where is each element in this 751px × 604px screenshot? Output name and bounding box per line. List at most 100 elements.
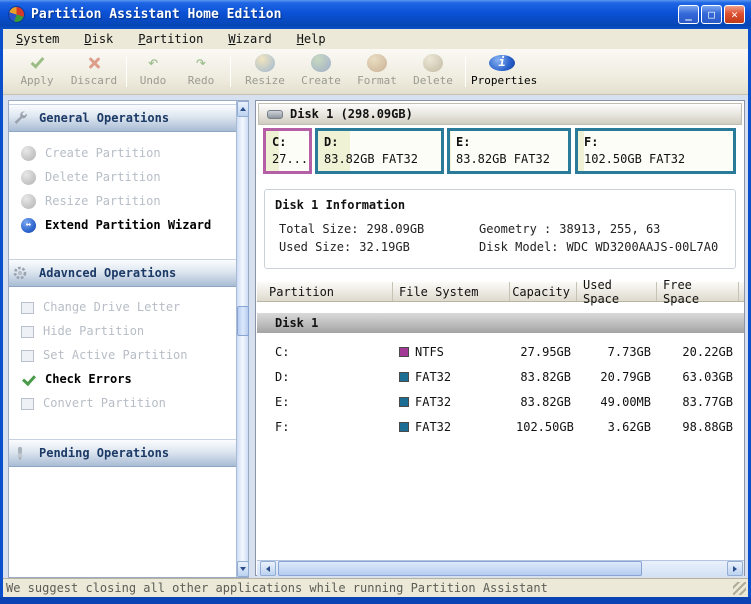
delete-icon [407, 53, 459, 73]
undo-arrow-icon: ↶ [131, 53, 175, 73]
format-button[interactable]: Format [351, 53, 403, 91]
close-button[interactable]: ✕ [724, 5, 745, 24]
fat32-color-swatch [399, 372, 409, 382]
fat32-color-swatch [399, 422, 409, 432]
resize-grip[interactable] [733, 582, 746, 595]
sidebar-item-convert-partition[interactable]: Convert Partition [9, 391, 237, 415]
panel-horizontal-scrollbar[interactable] [257, 560, 744, 576]
format-icon [351, 53, 403, 73]
redo-button[interactable]: ↷ Redo [179, 53, 223, 91]
minimize-button[interactable]: _ [678, 5, 699, 24]
chevron-down-icon [240, 567, 246, 571]
column-header-free-space[interactable]: Free Space [657, 282, 739, 301]
apply-check-icon [11, 53, 63, 73]
disk-header-bar[interactable]: Disk 1 (298.09GB) [258, 103, 742, 125]
status-text: We suggest closing all other application… [6, 581, 548, 595]
extend-partition-wizard-icon: ↔ [21, 218, 36, 233]
convert-partition-icon [21, 398, 34, 410]
menubar: System Disk Partition Wizard Help [3, 29, 748, 49]
sidebar-item-create-partition[interactable]: Create Partition [9, 141, 237, 165]
table-row-c[interactable]: C: NTFS 27.95GB 7.73GB 20.22GB [257, 339, 744, 364]
create-button[interactable]: Create [295, 53, 347, 91]
app-logo-icon [8, 6, 25, 23]
scrollbar-thumb[interactable] [278, 561, 642, 576]
maximize-button[interactable]: □ [701, 5, 722, 24]
column-header-partition[interactable]: Partition [257, 282, 393, 301]
table-row-e[interactable]: E: FAT32 83.82GB 49.00MB 83.77GB [257, 389, 744, 414]
chevron-right-icon [733, 566, 737, 572]
disk-header-title: Disk 1 (298.09GB) [290, 107, 413, 121]
toolbar: Apply Discard ↶ Undo ↷ Redo Resize Creat… [3, 49, 748, 95]
check-errors-icon [21, 372, 36, 387]
menu-system[interactable]: System [9, 31, 66, 47]
sidebar-item-delete-partition[interactable]: Delete Partition [9, 165, 237, 189]
geometry-field: Geometry : 38913, 255, 63 [479, 222, 660, 236]
scroll-right-button[interactable] [727, 561, 743, 576]
sidebar: General Operations Create Partition Dele… [8, 100, 249, 578]
column-header-used-space[interactable]: Used Space [577, 282, 657, 301]
redo-arrow-icon: ↷ [179, 53, 223, 73]
chevron-up-icon [240, 107, 246, 111]
disk-icon [267, 110, 283, 119]
menu-disk[interactable]: Disk [77, 31, 120, 47]
discard-button[interactable]: Discard [65, 53, 123, 91]
ntfs-color-swatch [399, 347, 409, 357]
chevron-left-icon [266, 566, 270, 572]
partition-table-header: Partition File System Capacity Used Spac… [257, 282, 744, 302]
scroll-up-button[interactable] [237, 101, 249, 117]
delete-partition-icon [21, 170, 36, 185]
sidebar-item-resize-partition[interactable]: Resize Partition [9, 189, 237, 213]
toolbar-separator [465, 57, 466, 87]
sidebar-item-check-errors[interactable]: Check Errors [9, 367, 237, 391]
properties-info-icon: i [471, 53, 533, 73]
partition-assistant-window: Partition Assistant Home Edition _ □ ✕ S… [0, 0, 751, 604]
used-size-field: Used Size: 32.19GB [279, 240, 410, 254]
toolbar-separator [126, 57, 127, 87]
scroll-left-button[interactable] [260, 561, 276, 576]
section-pending-operations[interactable]: Pending Operations [9, 439, 237, 467]
partition-block-c[interactable]: C: 27.... [263, 128, 312, 174]
section-general-operations[interactable]: General Operations [9, 104, 237, 132]
partition-block-f[interactable]: F: 102.50GB FAT32 [575, 128, 736, 174]
column-header-file-system[interactable]: File System [393, 282, 510, 301]
resize-partition-icon [21, 194, 36, 209]
partition-block-e[interactable]: E: 83.82GB FAT32 [447, 128, 571, 174]
scrollbar-thumb[interactable] [237, 306, 249, 336]
sidebar-item-extend-partition-wizard[interactable]: ↔ Extend Partition Wizard [9, 213, 237, 237]
disk-map-panel: Disk 1 (298.09GB) C: 27.... D: 83.82GB F… [255, 100, 745, 576]
resize-icon [239, 53, 291, 73]
hide-partition-icon [21, 326, 34, 338]
sidebar-item-set-active-partition[interactable]: Set Active Partition [9, 343, 237, 367]
sidebar-item-change-drive-letter[interactable]: Change Drive Letter [9, 295, 237, 319]
discard-x-icon [65, 53, 123, 73]
titlebar: Partition Assistant Home Edition _ □ ✕ [0, 0, 751, 29]
menu-help[interactable]: Help [290, 31, 333, 47]
delete-button[interactable]: Delete [407, 53, 459, 91]
partition-block-d[interactable]: D: 83.82GB FAT32 [315, 128, 444, 174]
sidebar-item-hide-partition[interactable]: Hide Partition [9, 319, 237, 343]
menu-partition[interactable]: Partition [131, 31, 210, 47]
scroll-down-button[interactable] [237, 561, 249, 577]
apply-button[interactable]: Apply [11, 53, 63, 91]
column-header-capacity[interactable]: Capacity [510, 282, 577, 301]
disk-info-box: Disk 1 Information Total Size: 298.09GB … [264, 189, 736, 269]
gear-icon [9, 265, 31, 281]
create-icon [295, 53, 347, 73]
fat32-color-swatch [399, 397, 409, 407]
menu-wizard[interactable]: Wizard [221, 31, 278, 47]
disk-info-title: Disk 1 Information [275, 198, 405, 212]
resize-button[interactable]: Resize [239, 53, 291, 91]
status-bar: We suggest closing all other application… [3, 578, 748, 597]
undo-button[interactable]: ↶ Undo [131, 53, 175, 91]
window-border-bottom [0, 597, 751, 604]
disk-group-row[interactable]: Disk 1 [257, 313, 744, 333]
table-row-f[interactable]: F: FAT32 102.50GB 3.62GB 98.88GB [257, 414, 744, 439]
table-row-d[interactable]: D: FAT32 83.82GB 20.79GB 63.03GB [257, 364, 744, 389]
properties-button[interactable]: i Properties [471, 53, 533, 91]
pin-icon [9, 445, 31, 461]
sidebar-vertical-scrollbar[interactable] [236, 101, 248, 577]
change-drive-letter-icon [21, 302, 34, 314]
create-partition-icon [21, 146, 36, 161]
section-advanced-operations[interactable]: Adavnced Operations [9, 259, 237, 287]
total-size-field: Total Size: 298.09GB [279, 222, 424, 236]
